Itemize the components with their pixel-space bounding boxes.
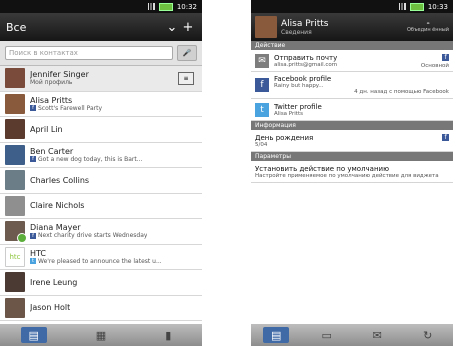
twitter-icon: t bbox=[255, 102, 269, 117]
details-tab-icon[interactable]: ▤ bbox=[263, 327, 290, 343]
contact-row[interactable]: April Lin bbox=[0, 117, 202, 143]
avatar bbox=[5, 119, 25, 140]
contact-row[interactable]: Jennifer Singer Мой профиль ≡ bbox=[0, 66, 202, 92]
contact-row[interactable]: Charles Collins bbox=[0, 168, 202, 194]
updates-tab-icon[interactable]: ↻ bbox=[415, 327, 441, 343]
item-subtitle: Настройте применяемое по умолчанию дейст… bbox=[255, 172, 439, 179]
facebook-icon: f bbox=[442, 54, 449, 61]
avatar bbox=[5, 297, 25, 318]
facebook-icon: f bbox=[442, 134, 449, 141]
contact-row[interactable]: Diana Mayer f Next charity drive starts W… bbox=[0, 219, 202, 245]
contact-status: Got a new dog today, this is Bart... bbox=[38, 155, 143, 163]
contact-row[interactable]: Ben Carter f Got a new dog today, this is… bbox=[0, 143, 202, 168]
htc-logo: htc bbox=[5, 246, 25, 267]
avatar bbox=[5, 272, 25, 293]
status-time: 10:32 bbox=[176, 2, 197, 11]
facebook-icon: f bbox=[30, 232, 36, 239]
contact-name: Jason Holt bbox=[30, 303, 71, 313]
item-title: Twitter profile bbox=[274, 102, 322, 111]
contact-name: April Lin bbox=[30, 124, 63, 134]
birthday-item[interactable]: День рождения 5/04 f bbox=[251, 130, 453, 152]
status-bar: 10:32 bbox=[0, 0, 202, 13]
online-status-icon bbox=[17, 233, 27, 243]
avatar bbox=[5, 144, 25, 165]
chevron-down-icon[interactable]: ⌄ bbox=[164, 20, 180, 35]
contact-name: Alisa Pritts bbox=[30, 95, 73, 105]
item-title: Установить действие по умолчанию bbox=[255, 164, 389, 173]
filter-label: Все bbox=[6, 20, 27, 34]
search-row: Поиск в контактах 🎤 bbox=[0, 41, 202, 66]
contact-name: Jennifer Singer bbox=[30, 70, 89, 80]
contact-status: Мой профиль bbox=[30, 79, 73, 87]
contact-list: Jennifer Singer Мой профиль ≡ Alisa Prit… bbox=[0, 66, 202, 321]
contact-status: Next charity drive starts Wednesday bbox=[38, 232, 148, 240]
item-title: Facebook profile bbox=[274, 75, 332, 83]
business-card-icon[interactable]: ≡ bbox=[178, 72, 194, 85]
contact-status: Scott's Farewell Party bbox=[38, 104, 103, 112]
contact-name: Ben Carter bbox=[30, 146, 74, 156]
section-header-actions: Действие bbox=[251, 41, 453, 50]
signal-icon bbox=[395, 3, 406, 10]
send-email-item[interactable]: ✉ Отправить почту alisa.pritts@gmail.com… bbox=[251, 50, 453, 72]
add-contact-button[interactable]: + bbox=[180, 20, 196, 35]
status-bar: 10:33 bbox=[251, 0, 453, 13]
page-subtitle: Сведения bbox=[281, 28, 312, 36]
contact-name: Claire Nichols bbox=[30, 201, 85, 211]
facebook-profile-item[interactable]: f Facebook profile Rainy but happy... 4 … bbox=[251, 72, 453, 99]
item-label: Основной bbox=[420, 63, 449, 69]
contacts-list-screen: 10:32 Все ⌄ + Поиск в контактах 🎤 Jennif… bbox=[0, 0, 202, 346]
contact-status: We're pleased to announce the latest u..… bbox=[38, 257, 162, 265]
item-subtitle: 5/04 bbox=[255, 141, 268, 148]
avatar bbox=[5, 68, 25, 89]
search-input[interactable]: Поиск в контактах bbox=[5, 46, 173, 60]
microphone-icon[interactable]: 🎤 bbox=[177, 45, 197, 61]
item-timestamp: 4 дн. назад с помощью Facebook bbox=[354, 89, 449, 95]
filter-dropdown[interactable]: Все ⌄ + bbox=[0, 13, 202, 41]
messages-tab-icon[interactable]: ▭ bbox=[314, 327, 340, 343]
contact-name: Diana Mayer bbox=[30, 223, 81, 233]
link-label: Объедин ённый bbox=[406, 27, 449, 33]
twitter-icon: t bbox=[30, 258, 36, 265]
item-title: День рождения bbox=[255, 133, 314, 142]
section-header-params: Параметры bbox=[251, 152, 453, 161]
facebook-icon: f bbox=[30, 105, 36, 112]
facebook-icon: f bbox=[30, 156, 36, 163]
battery-icon bbox=[158, 2, 173, 11]
contact-name: Irene Leung bbox=[30, 277, 78, 287]
mail-tab-icon[interactable]: ✉ bbox=[364, 327, 390, 343]
bottom-tab-bar: ▤ ▭ ✉ ↻ bbox=[251, 324, 453, 346]
default-action-item[interactable]: Установить действие по умолчанию Настрой… bbox=[251, 161, 453, 183]
call-history-tab-icon[interactable]: ▮ bbox=[155, 327, 181, 343]
status-time: 10:33 bbox=[427, 2, 448, 11]
item-subtitle: Alisa Pritts bbox=[274, 110, 303, 117]
contact-row[interactable]: Jason Holt bbox=[0, 296, 202, 321]
contact-details-screen: 10:33 Alisa Pritts Сведения ⚭ Объедин ён… bbox=[251, 0, 453, 346]
link-contacts-button[interactable]: ⚭ Объедин ённый bbox=[407, 21, 449, 33]
section-header-info: Информация bbox=[251, 121, 453, 130]
contact-name: Charles Collins bbox=[30, 175, 90, 185]
bottom-tab-bar: ▤ ▦ ▮ bbox=[0, 324, 202, 346]
groups-tab-icon[interactable]: ▦ bbox=[88, 327, 114, 343]
battery-icon bbox=[409, 2, 424, 11]
mail-icon: ✉ bbox=[255, 53, 269, 68]
avatar bbox=[255, 16, 277, 38]
contact-row[interactable]: htc HTC t We're pleased to announce the l… bbox=[0, 245, 202, 270]
contacts-tab-icon[interactable]: ▤ bbox=[20, 327, 47, 343]
signal-icon bbox=[144, 3, 155, 10]
contact-header: Alisa Pritts Сведения ⚭ Объедин ённый bbox=[251, 13, 453, 41]
contact-row[interactable]: Alisa Pritts f Scott's Farewell Party bbox=[0, 92, 202, 117]
contact-row[interactable]: Irene Leung bbox=[0, 270, 202, 296]
avatar bbox=[5, 170, 25, 191]
facebook-icon: f bbox=[255, 78, 269, 92]
twitter-profile-item[interactable]: t Twitter profile Alisa Pritts bbox=[251, 99, 453, 121]
contact-name: Alisa Pritts bbox=[281, 18, 329, 29]
contact-row[interactable]: Claire Nichols bbox=[0, 194, 202, 219]
contact-name: HTC bbox=[30, 248, 47, 258]
avatar bbox=[5, 93, 25, 114]
avatar bbox=[5, 195, 25, 216]
item-title: Отправить почту bbox=[274, 53, 338, 62]
